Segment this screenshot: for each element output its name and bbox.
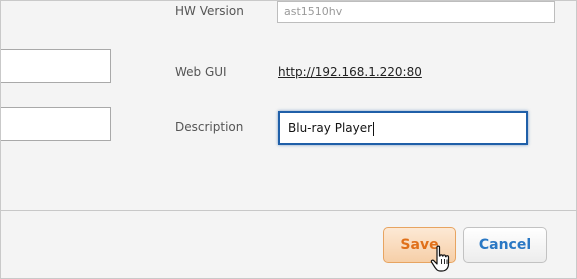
web-gui-label: Web GUI [175,65,227,79]
description-input[interactable]: Blu-ray Player [278,111,528,145]
left-input-1[interactable] [1,49,111,83]
web-gui-link[interactable]: http://192.168.1.220:80 [278,65,422,79]
hw-version-label: HW Version [175,4,244,18]
divider [1,210,577,211]
form-panel: HW Version ast1510hv Web GUI http://192.… [0,0,577,279]
left-input-2[interactable] [1,107,111,141]
description-label: Description [175,120,244,134]
cancel-button[interactable]: Cancel [463,227,547,263]
text-caret [373,121,375,136]
hw-version-field: ast1510hv [277,1,555,23]
description-value: Blu-ray Player [288,121,373,135]
hand-pointer-icon [430,245,450,272]
